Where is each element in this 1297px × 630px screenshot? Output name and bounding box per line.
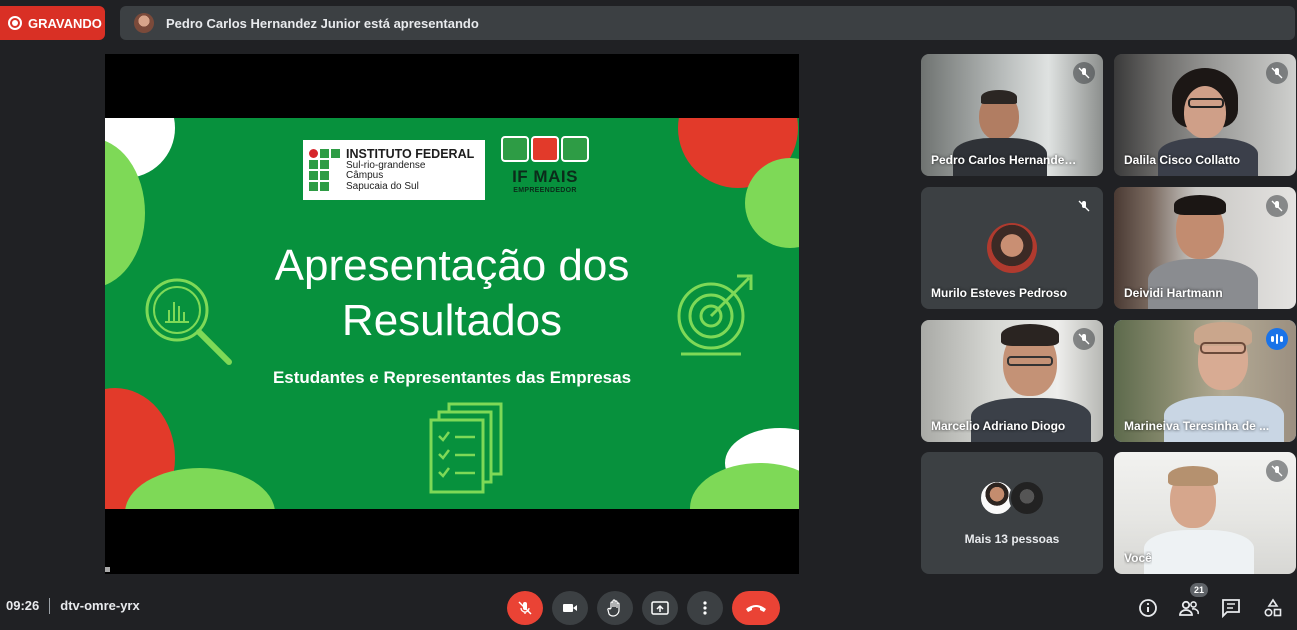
- logo-title: INSTITUTO FEDERAL: [346, 146, 475, 161]
- present-button[interactable]: [642, 591, 678, 625]
- presenting-banner: Pedro Carlos Hernandez Junior está apres…: [120, 6, 1295, 40]
- participant-name: Deividi Hartmann: [1124, 286, 1223, 300]
- mic-off-icon: [1073, 195, 1095, 217]
- participant-tile[interactable]: Marcelio Adriano Diogo: [921, 320, 1103, 442]
- speaking-indicator-icon: [1266, 328, 1288, 350]
- raise-hand-button[interactable]: [597, 591, 633, 625]
- avatar: [987, 223, 1037, 273]
- presenting-text: Pedro Carlos Hernandez Junior está apres…: [166, 15, 479, 31]
- mic-toggle-button[interactable]: [507, 591, 543, 625]
- more-options-icon: [703, 601, 707, 615]
- more-options-button[interactable]: [687, 591, 723, 625]
- participant-tile[interactable]: Marineiva Teresinha de ...: [1114, 320, 1296, 442]
- participant-count-badge: 21: [1190, 583, 1208, 597]
- mic-off-icon: [1266, 195, 1288, 217]
- participant-name: Você: [1124, 551, 1152, 565]
- camera-toggle-button[interactable]: [552, 591, 588, 625]
- record-icon: [8, 16, 22, 30]
- more-participants-tile[interactable]: Mais 13 pessoas: [921, 452, 1103, 574]
- more-avatars: [979, 480, 1049, 518]
- present-icon: [651, 601, 669, 615]
- mic-off-icon: [518, 601, 532, 615]
- slide-title-line: Resultados: [341, 296, 563, 345]
- participant-name: Marineiva Teresinha de ...: [1124, 419, 1270, 433]
- more-participants-label: Mais 13 pessoas: [964, 532, 1060, 546]
- decor-circle: [690, 463, 799, 509]
- people-icon: [1179, 600, 1199, 616]
- if-logo-mark: [309, 149, 340, 191]
- camera-icon: [563, 604, 577, 612]
- logo-line: Sapucaia do Sul: [346, 180, 419, 192]
- slide-title: Apresentação dos Resultados: [105, 238, 799, 348]
- if-logo: INSTITUTO FEDERAL Sul-rio-grandense Câmp…: [303, 140, 485, 200]
- info-icon: [1139, 599, 1157, 617]
- leave-call-button[interactable]: [732, 591, 780, 625]
- chat-icon: [1222, 599, 1240, 618]
- checklist-icon: [429, 402, 503, 494]
- divider: [49, 598, 51, 614]
- meeting-info: 09:26 dtv-omre-yrx: [6, 598, 140, 614]
- cursor-icon: [105, 567, 110, 572]
- chat-button[interactable]: [1219, 596, 1243, 620]
- activities-icon: [1264, 598, 1282, 617]
- avatar: [1009, 480, 1045, 516]
- mic-off-icon: [1073, 62, 1095, 84]
- bottom-bar: 09:26 dtv-omre-yrx: [0, 586, 1297, 630]
- meeting-code: dtv-omre-yrx: [60, 598, 140, 613]
- mic-off-icon: [1266, 460, 1288, 482]
- brand-subtitle: EMPREENDEDOR: [513, 187, 577, 194]
- participant-tile[interactable]: Deividi Hartmann: [1114, 187, 1296, 309]
- participant-tile[interactable]: Dalila Cisco Collatto: [1114, 54, 1296, 176]
- participant-tile[interactable]: Murilo Esteves Pedroso: [921, 187, 1103, 309]
- participant-name: Marcelio Adriano Diogo: [931, 419, 1066, 433]
- puzzle-icon: [497, 136, 593, 164]
- mic-off-icon: [1266, 62, 1288, 84]
- meet-window: GRAVANDO Pedro Carlos Hernandez Junior e…: [0, 0, 1297, 630]
- slide-title-line: Apresentação dos: [274, 241, 630, 290]
- clock-time: 09:26: [6, 598, 40, 613]
- activities-button[interactable]: [1261, 596, 1285, 620]
- recording-badge[interactable]: GRAVANDO: [0, 6, 105, 40]
- people-button[interactable]: [1177, 596, 1201, 620]
- presenter-avatar: [134, 13, 154, 33]
- brand-title: IF MAIS: [512, 167, 578, 186]
- participant-tile[interactable]: Pedro Carlos Hernandez ...: [921, 54, 1103, 176]
- raise-hand-icon: [607, 599, 620, 617]
- presentation-screen[interactable]: INSTITUTO FEDERAL Sul-rio-grandense Câmp…: [105, 54, 799, 574]
- recording-label: GRAVANDO: [28, 15, 102, 31]
- participant-name: Pedro Carlos Hernandez ...: [931, 153, 1081, 167]
- slide: INSTITUTO FEDERAL Sul-rio-grandense Câmp…: [105, 118, 799, 509]
- self-tile[interactable]: Você: [1114, 452, 1296, 574]
- info-button[interactable]: [1136, 596, 1160, 620]
- slide-subtitle: Estudantes e Representantes das Empresas: [272, 368, 632, 387]
- participant-name: Murilo Esteves Pedroso: [931, 286, 1068, 300]
- participant-name: Dalila Cisco Collatto: [1124, 153, 1241, 167]
- hang-up-icon: [746, 605, 766, 612]
- if-mais-logo: IF MAIS EMPREENDEDOR: [497, 136, 593, 202]
- mic-off-icon: [1073, 328, 1095, 350]
